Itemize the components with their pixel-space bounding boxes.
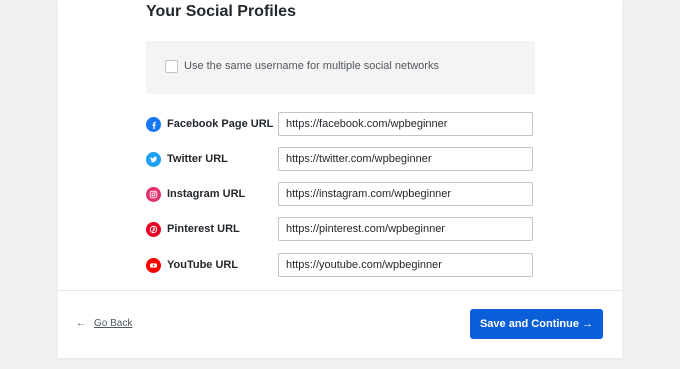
go-back-label: Go Back [94,318,133,329]
profile-row-pinterest: Pinterest URL [146,217,536,243]
profile-row-facebook: Facebook Page URL [146,112,536,138]
footer-divider [58,290,622,291]
back-arrow-icon: ← [76,318,86,329]
youtube-url-input[interactable] [278,253,533,277]
profile-row-instagram: Instagram URL [146,182,536,208]
same-username-label[interactable]: Use the same username for multiple socia… [184,60,439,72]
setup-card: Your Social Profiles Use the same userna… [58,0,622,358]
page-title: Your Social Profiles [146,3,296,20]
twitter-url-input[interactable] [278,147,533,171]
facebook-label: Facebook Page URL [167,118,274,130]
facebook-icon [146,117,161,132]
twitter-label: Twitter URL [167,153,228,165]
profile-row-twitter: Twitter URL [146,147,536,173]
profile-row-youtube: YouTube URL [146,253,536,279]
twitter-icon [146,152,161,167]
instagram-label: Instagram URL [167,188,246,200]
youtube-label: YouTube URL [167,259,239,271]
instagram-icon [146,187,161,202]
pinterest-url-input[interactable] [278,217,533,241]
save-and-continue-button[interactable]: Save and Continue → [470,309,603,339]
instagram-url-input[interactable] [278,182,533,206]
same-username-checkbox[interactable] [165,60,178,73]
pinterest-icon [146,222,161,237]
pinterest-label: Pinterest URL [167,223,240,235]
go-back-link[interactable]: ← Go Back [76,318,132,329]
youtube-icon [146,258,161,273]
same-username-panel: Use the same username for multiple socia… [146,41,535,94]
facebook-url-input[interactable] [278,112,533,136]
